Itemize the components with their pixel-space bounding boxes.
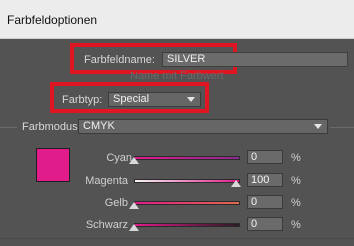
magenta-slider-thumb[interactable] (231, 180, 241, 187)
chevron-down-icon (187, 97, 195, 102)
swatch-name-input[interactable]: SILVER (162, 52, 348, 67)
cyan-slider-thumb[interactable] (129, 157, 139, 164)
magenta-value-input[interactable]: 100 (247, 173, 283, 187)
divider-right (330, 127, 354, 128)
magenta-slider-track[interactable] (134, 179, 240, 183)
magenta-percent: % (291, 175, 301, 187)
yellow-percent: % (291, 197, 301, 209)
cyan-slider-track[interactable] (134, 156, 240, 160)
black-slider-thumb[interactable] (129, 224, 139, 231)
cyan-value-input[interactable]: 0 (247, 150, 283, 164)
cyan-label: Cyan (106, 152, 132, 164)
black-value-input[interactable]: 0 (247, 217, 283, 231)
yellow-slider-thumb[interactable] (129, 202, 139, 209)
color-type-value: Special (113, 93, 150, 105)
title-bar: Farbfeldoptionen (0, 0, 354, 39)
yellow-slider-track[interactable] (134, 201, 240, 205)
black-percent: % (291, 219, 301, 231)
name-with-color-value-checkbox-label[interactable]: Name mit Farbwert (130, 70, 224, 82)
swatch-options-dialog: Farbfeldoptionen Farbfeldname: SILVER Na… (0, 0, 354, 246)
black-slider-track[interactable] (134, 223, 240, 227)
chevron-down-icon (314, 124, 322, 129)
color-mode-dropdown[interactable]: CMYK (78, 119, 328, 134)
dialog-title: Farbfeldoptionen (7, 13, 98, 27)
yellow-value-input[interactable]: 0 (247, 195, 283, 209)
yellow-label: Gelb (104, 197, 128, 209)
color-type-label: Farbtyp: (62, 94, 103, 106)
magenta-label: Magenta (85, 175, 128, 187)
black-label: Schwarz (85, 219, 128, 231)
color-mode-value: CMYK (83, 120, 115, 132)
color-mode-label: Farbmodus: (22, 121, 81, 133)
cyan-percent: % (291, 152, 301, 164)
color-type-dropdown[interactable]: Special (108, 92, 201, 107)
swatch-name-label: Farbfeldname: (84, 54, 155, 66)
bottom-divider (0, 238, 354, 239)
divider-left (0, 127, 17, 128)
